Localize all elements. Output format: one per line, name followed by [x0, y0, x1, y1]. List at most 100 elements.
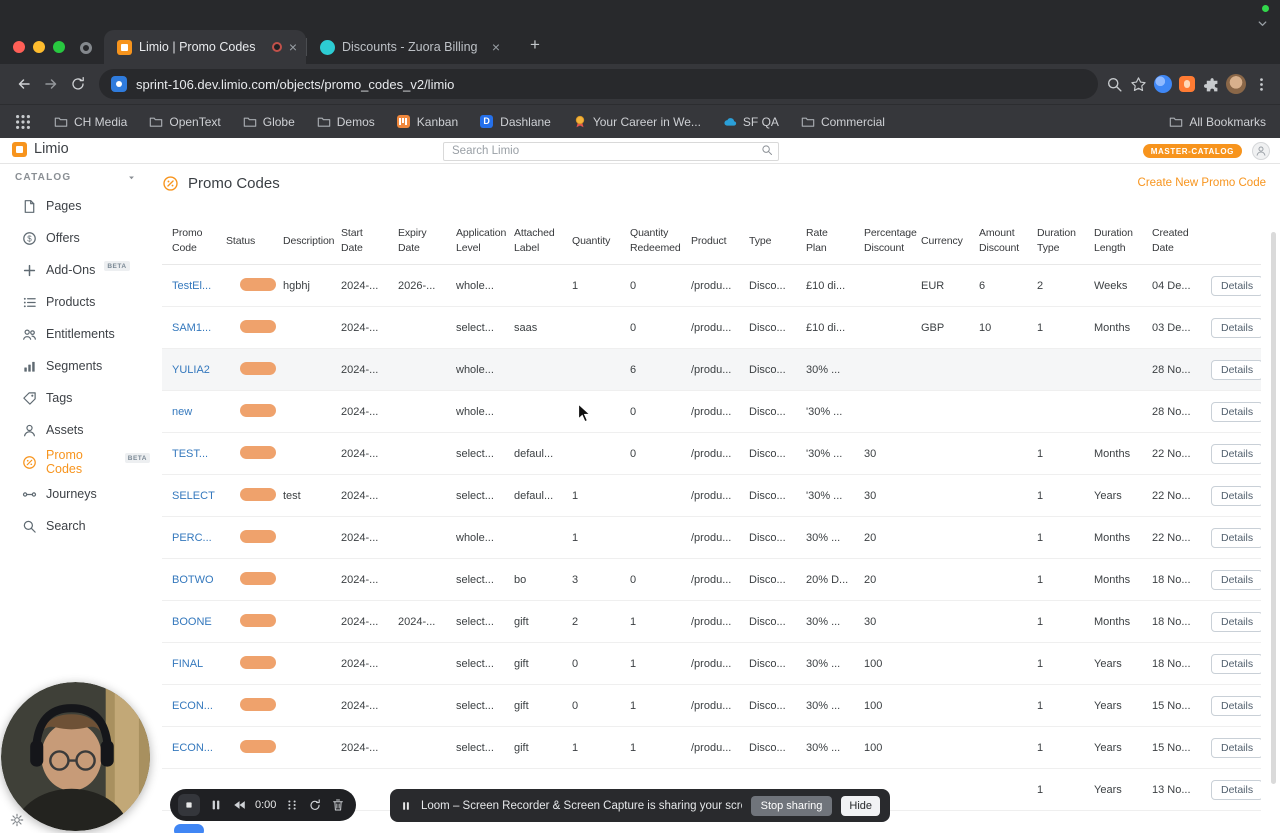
sidebar-item-promo-codes[interactable]: Promo Codes BETA — [0, 446, 150, 478]
sidebar-item-label: Offers — [46, 231, 80, 245]
cell-start: 2024-... — [335, 684, 392, 728]
details-button[interactable]: Details — [1211, 485, 1261, 506]
bookmark-ch-media[interactable]: CH Media — [54, 115, 127, 129]
sidebar-item-entitlements[interactable]: Entitlements — [0, 318, 150, 350]
rewind-icon[interactable] — [232, 798, 246, 812]
bookmark-opentext[interactable]: OpenText — [149, 115, 221, 129]
sidebar-item-assets[interactable]: Assets — [0, 414, 150, 446]
cell-rate: £10 di... — [800, 306, 858, 350]
trash-icon[interactable] — [331, 798, 345, 812]
promo-code-link[interactable]: ECON... — [172, 700, 213, 712]
promo-code-link[interactable]: ECON... — [172, 742, 213, 754]
address-bar[interactable]: sprint-106.dev.limio.com/objects/promo_c… — [99, 69, 1098, 99]
refresh-button[interactable] — [64, 71, 91, 98]
extension-icon-blue[interactable] — [1154, 75, 1172, 93]
bookmark-commercial[interactable]: Commercial — [801, 115, 885, 129]
sidebar-item-search[interactable]: Search — [0, 510, 150, 542]
details-button[interactable]: Details — [1211, 275, 1261, 296]
gear-icon[interactable] — [10, 813, 24, 827]
hide-button[interactable]: Hide — [841, 795, 880, 816]
promo-code-link[interactable]: BOONE — [172, 616, 212, 628]
details-button[interactable]: Details — [1211, 401, 1261, 422]
sidebar-item-tags[interactable]: Tags — [0, 382, 150, 414]
promo-code-link[interactable]: TestEl... — [172, 280, 211, 292]
forward-button[interactable] — [37, 71, 64, 98]
all-bookmarks-button[interactable]: All Bookmarks — [1169, 115, 1266, 129]
user-avatar[interactable] — [1252, 142, 1270, 160]
stop-sharing-button[interactable]: Stop sharing — [750, 795, 833, 816]
promo-code-link[interactable]: SELECT — [172, 490, 215, 502]
browser-profile-avatar[interactable] — [1226, 74, 1246, 94]
pause-icon[interactable] — [209, 798, 223, 812]
details-button[interactable]: Details — [1211, 527, 1261, 548]
table-row: TestEl... hgbhj 2024-... 2026-... whole... 1 0… — [162, 264, 1261, 308]
cell-type: Disco... — [743, 390, 800, 434]
cell-rate: £10 di... — [800, 264, 858, 308]
sidebar-item-pages[interactable]: Pages — [0, 190, 150, 222]
site-info-icon[interactable] — [111, 76, 127, 92]
details-button[interactable]: Details — [1211, 695, 1261, 716]
bookmark-globe[interactable]: Globe — [243, 115, 295, 129]
bookmark-sf-qa[interactable]: SF QA — [723, 115, 779, 129]
cell-description — [277, 684, 335, 728]
cell-description — [277, 642, 335, 686]
webcam-bubble[interactable] — [1, 682, 150, 831]
promo-code-link[interactable]: new — [172, 406, 192, 418]
cell-code: TEST... — [162, 432, 220, 476]
cell-level: whole... — [450, 348, 508, 392]
promo-code-link[interactable]: YULIA2 — [172, 364, 210, 376]
zoom-icon[interactable] — [1106, 76, 1123, 93]
scrollbar[interactable] — [1271, 232, 1276, 784]
browser-menu-icon[interactable] — [1253, 76, 1270, 93]
sidebar-item-add-ons[interactable]: Add-Ons BETA — [0, 254, 150, 286]
extension-icon-orange[interactable] — [1179, 76, 1195, 92]
promo-code-link[interactable]: TEST... — [172, 448, 208, 460]
restart-icon[interactable] — [308, 798, 322, 812]
new-tab-button[interactable]: + — [523, 33, 547, 57]
cell-redeemed: 0 — [624, 558, 685, 602]
search-input[interactable] — [443, 141, 779, 161]
minimize-window-button[interactable] — [33, 41, 45, 53]
close-tab-icon[interactable]: × — [289, 40, 297, 54]
medal-icon — [573, 115, 587, 129]
bookmark-star-icon[interactable] — [1130, 76, 1147, 93]
bookmark-dashlane[interactable]: D Dashlane — [480, 114, 551, 129]
bookmark-demos[interactable]: Demos — [317, 115, 375, 129]
sidebar-item-journeys[interactable]: Journeys — [0, 478, 150, 510]
bookmark-your-career-in-we[interactable]: Your Career in We... — [573, 115, 701, 129]
details-button[interactable]: Details — [1211, 359, 1261, 380]
promo-code-link[interactable]: FINAL — [172, 658, 203, 670]
promo-code-link[interactable]: SAM1... — [172, 322, 211, 334]
sidebar-item-segments[interactable]: Segments — [0, 350, 150, 382]
bookmark-kanban[interactable]: Kanban — [396, 114, 458, 129]
promo-codes-page-icon — [162, 175, 179, 192]
folder-icon — [54, 115, 68, 129]
tab-limio-promo-codes[interactable]: Limio | Promo Codes × — [104, 30, 306, 64]
cell-created: 28 No... — [1146, 348, 1205, 392]
limio-brand[interactable]: Limio — [12, 141, 69, 157]
back-button[interactable] — [10, 71, 37, 98]
loom-stop-button[interactable] — [178, 794, 200, 816]
create-new-promo-code-button[interactable]: Create New Promo Code — [1136, 173, 1268, 193]
details-button[interactable]: Details — [1211, 611, 1261, 632]
tab-discounts-zuora[interactable]: Discounts - Zuora Billing × — [307, 30, 509, 64]
promo-code-link[interactable]: BOTWO — [172, 574, 214, 586]
close-tab-icon[interactable]: × — [492, 40, 500, 54]
details-button[interactable]: Details — [1211, 737, 1261, 758]
details-button[interactable]: Details — [1211, 779, 1261, 800]
sidebar-item-products[interactable]: Products — [0, 286, 150, 318]
catalog-section-header[interactable]: CATALOG — [0, 164, 150, 190]
details-button[interactable]: Details — [1211, 317, 1261, 338]
extensions-puzzle-icon[interactable] — [1202, 76, 1219, 93]
details-button[interactable]: Details — [1211, 443, 1261, 464]
apps-grid-icon[interactable] — [14, 113, 32, 131]
close-window-button[interactable] — [13, 41, 25, 53]
maximize-window-button[interactable] — [53, 41, 65, 53]
drag-handle-icon[interactable] — [285, 798, 299, 812]
promo-code-link[interactable]: PERC... — [172, 532, 212, 544]
details-button[interactable]: Details — [1211, 653, 1261, 674]
details-button[interactable]: Details — [1211, 569, 1261, 590]
sidebar-item-offers[interactable]: $ Offers — [0, 222, 150, 254]
promo-code-chip[interactable] — [174, 823, 204, 833]
tab-search-chevron-icon[interactable] — [1256, 17, 1269, 30]
